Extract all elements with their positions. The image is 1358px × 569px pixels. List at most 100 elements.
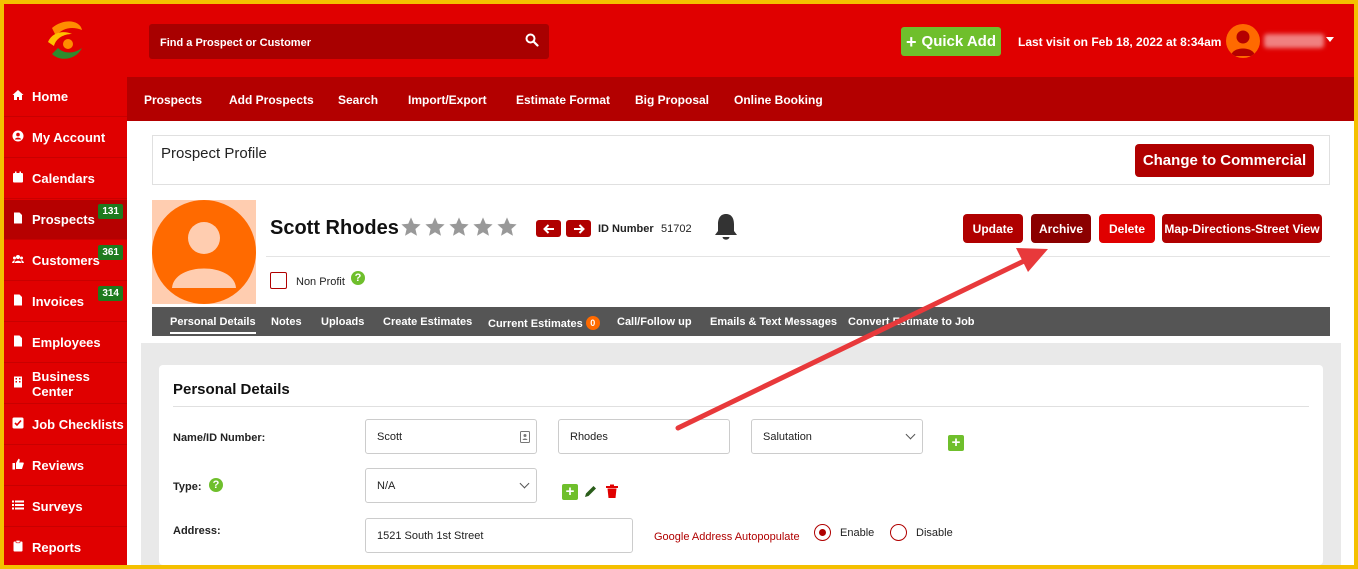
top-bar: Find a Prospect or Customer + Quick Add … xyxy=(4,4,1354,77)
count-badge: 131 xyxy=(98,204,123,219)
tab-label: Current Estimates xyxy=(488,318,583,330)
star-icon[interactable] xyxy=(472,216,494,238)
home-icon xyxy=(12,90,24,100)
prospect-name: Scott Rhodes xyxy=(270,217,399,239)
delete-button[interactable]: Delete xyxy=(1099,214,1155,243)
sidebar-item-invoices[interactable]: Invoices 314 xyxy=(4,282,127,322)
update-button[interactable]: Update xyxy=(963,214,1023,243)
user-name-redacted[interactable] xyxy=(1264,34,1324,48)
subnav-search[interactable]: Search xyxy=(338,93,378,107)
sidebar-item-label: Customers xyxy=(32,253,100,268)
chevron-down-icon[interactable] xyxy=(1326,37,1334,42)
star-icon[interactable] xyxy=(496,216,518,238)
star-icon[interactable] xyxy=(448,216,470,238)
sidebar-item-label: Surveys xyxy=(32,499,83,514)
non-profit-checkbox[interactable] xyxy=(270,272,287,289)
tab-convert-estimate-to-job[interactable]: Convert Estimate to Job xyxy=(848,316,975,328)
tab-call-follow-up[interactable]: Call/Follow up xyxy=(617,316,692,328)
change-to-commercial-button[interactable]: Change to Commercial xyxy=(1135,144,1314,177)
subnav-add-prospects[interactable]: Add Prospects xyxy=(229,93,314,107)
divider xyxy=(173,406,1309,407)
help-icon[interactable]: ? xyxy=(209,478,223,492)
sidebar-item-label: Reports xyxy=(32,540,82,555)
logo-icon[interactable] xyxy=(42,18,88,64)
add-type-button[interactable]: + xyxy=(562,484,578,500)
app-window: Find a Prospect or Customer + Quick Add … xyxy=(4,4,1354,565)
sidebar-item-reports[interactable]: Reports xyxy=(4,528,127,565)
trash-icon[interactable] xyxy=(605,484,619,499)
subnav-prospects[interactable]: Prospects xyxy=(144,93,202,107)
disable-radio[interactable] xyxy=(890,524,907,541)
divider xyxy=(266,256,1330,257)
subnav-online-booking[interactable]: Online Booking xyxy=(734,93,823,107)
count-badge: 314 xyxy=(98,286,123,301)
plus-icon: + xyxy=(906,31,917,52)
enable-radio[interactable] xyxy=(814,524,831,541)
previous-prospect-button[interactable] xyxy=(536,220,561,237)
sidebar-item-surveys[interactable]: Surveys xyxy=(4,487,127,527)
archive-button[interactable]: Archive xyxy=(1031,214,1091,243)
type-select[interactable]: N/A xyxy=(365,468,537,503)
sidebar-item-home[interactable]: Home xyxy=(4,77,127,117)
sidebar-item-my-account[interactable]: My Account xyxy=(4,118,127,158)
tab-create-estimates[interactable]: Create Estimates xyxy=(383,316,472,328)
tab-current-estimates[interactable]: Current Estimates 0 xyxy=(488,316,600,330)
sidebar-item-label: Home xyxy=(32,89,69,104)
tab-notes[interactable]: Notes xyxy=(271,316,302,328)
checkbox-icon xyxy=(12,417,24,429)
disable-label: Disable xyxy=(916,527,953,539)
next-prospect-button[interactable] xyxy=(566,220,591,237)
salutation-select[interactable]: Salutation xyxy=(751,419,923,454)
sidebar-item-reviews[interactable]: Reviews xyxy=(4,446,127,486)
type-value: N/A xyxy=(377,479,396,492)
search-input[interactable]: Find a Prospect or Customer xyxy=(160,37,311,49)
type-label: Type: xyxy=(173,481,202,493)
count-badge: 361 xyxy=(98,245,123,260)
sidebar-item-business-center[interactable]: Business Center xyxy=(4,364,127,404)
users-icon xyxy=(12,255,24,263)
sidebar-item-calendars[interactable]: Calendars xyxy=(4,159,127,199)
arrow-left-icon xyxy=(542,223,554,234)
id-number-label: ID Number xyxy=(598,223,654,235)
first-name-value: Scott xyxy=(377,430,403,443)
quick-add-button[interactable]: + Quick Add xyxy=(901,27,1001,56)
bell-icon[interactable] xyxy=(712,212,740,242)
prospect-avatar[interactable] xyxy=(152,200,256,304)
subnav-estimate-format[interactable]: Estimate Format xyxy=(516,93,610,107)
sidebar-item-label: Employees xyxy=(32,335,101,350)
document-icon xyxy=(14,335,22,347)
last-visit-text: Last visit on Feb 18, 2022 at 8:34am xyxy=(1018,35,1222,49)
sidebar-item-prospects[interactable]: Prospects 131 xyxy=(4,200,127,240)
help-icon[interactable]: ? xyxy=(351,271,365,285)
map-directions-button[interactable]: Map-Directions-Street View xyxy=(1162,214,1322,243)
pencil-icon[interactable] xyxy=(583,484,598,499)
tab-emails-text-messages[interactable]: Emails & Text Messages xyxy=(710,316,837,328)
tab-personal-details[interactable]: Personal Details xyxy=(170,316,256,334)
subnav-big-proposal[interactable]: Big Proposal xyxy=(635,93,709,107)
quick-add-label: Quick Add xyxy=(921,33,996,50)
subnav-import-export[interactable]: Import/Export xyxy=(408,93,487,107)
arrow-right-icon xyxy=(573,223,585,234)
search-icon[interactable] xyxy=(525,33,539,47)
search-bar[interactable]: Find a Prospect or Customer xyxy=(149,24,549,59)
rating-stars[interactable] xyxy=(400,216,518,238)
sidebar-item-label: My Account xyxy=(32,130,106,145)
tab-uploads[interactable]: Uploads xyxy=(321,316,364,328)
sidebar-item-employees[interactable]: Employees xyxy=(4,323,127,363)
first-name-field[interactable]: Scott xyxy=(365,419,537,454)
section-title: Personal Details xyxy=(173,381,290,398)
clipboard-icon xyxy=(13,540,23,552)
address-field[interactable]: 1521 South 1st Street xyxy=(365,518,633,553)
name-id-label: Name/ID Number: xyxy=(173,432,266,444)
enable-label: Enable xyxy=(840,527,875,539)
chevron-down-icon xyxy=(519,478,530,489)
profile-header-box: Prospect Profile Change to Commercial xyxy=(152,135,1330,185)
sidebar-item-job-checklists[interactable]: Job Checklists xyxy=(4,405,127,445)
sidebar-item-customers[interactable]: Customers 361 xyxy=(4,241,127,281)
user-avatar[interactable] xyxy=(1226,24,1260,58)
star-icon[interactable] xyxy=(424,216,446,238)
document-icon xyxy=(14,294,22,306)
last-name-field[interactable]: Rhodes xyxy=(558,419,730,454)
add-salutation-button[interactable]: + xyxy=(948,435,964,451)
star-icon[interactable] xyxy=(400,216,422,238)
